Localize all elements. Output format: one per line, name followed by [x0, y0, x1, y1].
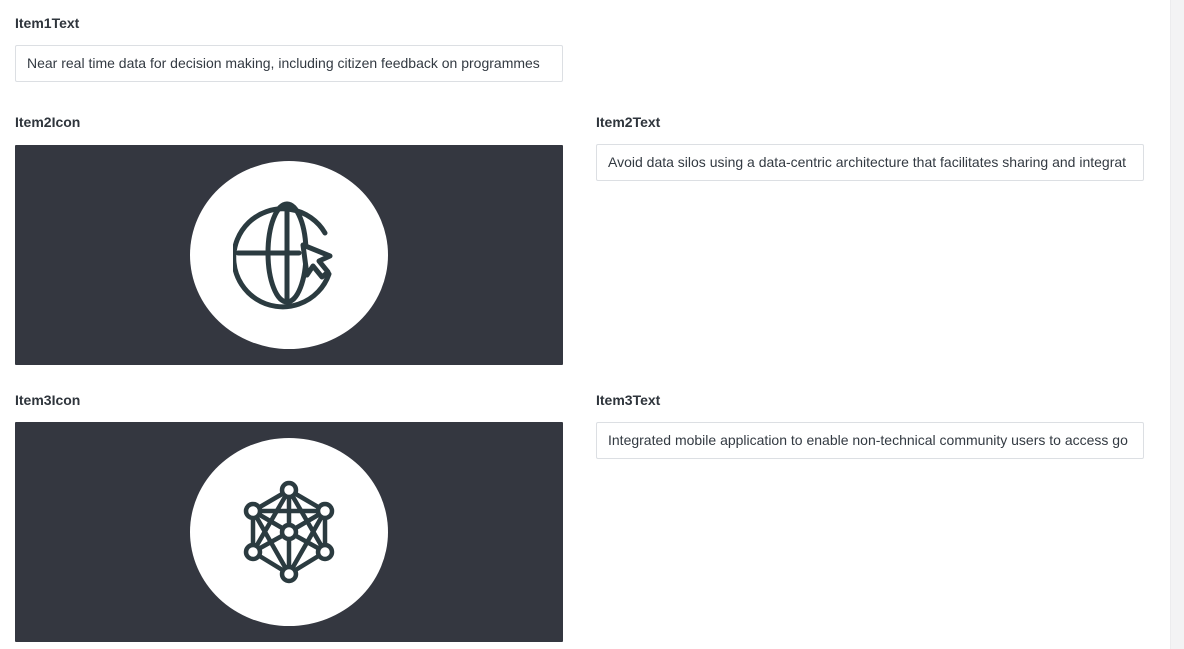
item2-icon-label: Item2Icon — [15, 114, 81, 130]
form-page: Item1Text Near real time data for decisi… — [0, 0, 1184, 649]
item3-text-input[interactable]: Integrated mobile application to enable … — [596, 422, 1144, 459]
item3-icon-label: Item3Icon — [15, 392, 81, 408]
item1-text-input[interactable]: Near real time data for decision making,… — [15, 45, 563, 82]
network-nodes-icon — [243, 480, 335, 584]
item2-icon-image[interactable] — [15, 145, 563, 365]
icon-circle-background — [190, 161, 388, 349]
vertical-scrollbar[interactable] — [1170, 0, 1184, 649]
item3-text-label: Item3Text — [596, 392, 661, 408]
icon-circle-background — [190, 438, 388, 626]
item2-text-label: Item2Text — [596, 114, 661, 130]
item2-text-input[interactable]: Avoid data silos using a data-centric ar… — [596, 144, 1144, 181]
globe-cursor-icon — [233, 201, 333, 310]
item1-text-label: Item1Text — [15, 15, 80, 31]
item3-icon-image[interactable] — [15, 422, 563, 642]
